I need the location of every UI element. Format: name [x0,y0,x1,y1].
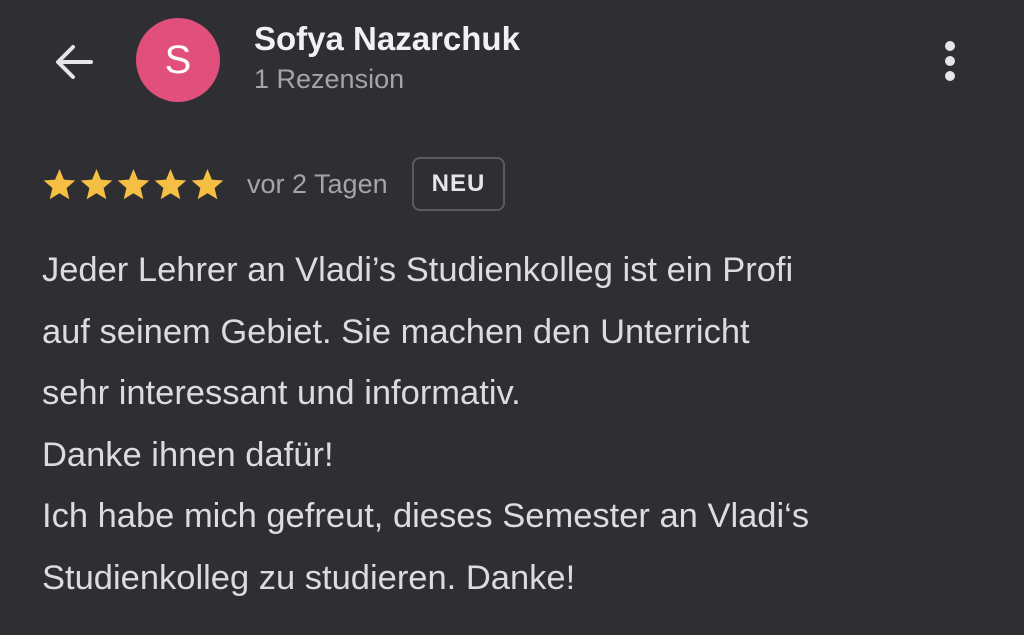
review-text: Jeder Lehrer an Vladi’s Studienkolleg is… [42,240,1002,609]
review-text-line: auf seinem Gebiet. Sie machen den Unterr… [42,312,750,351]
reviewer-name[interactable]: Sofya Nazarchuk [254,20,520,58]
review-date: vor 2 Tagen [247,168,388,199]
new-badge: NEU [411,157,506,211]
arrow-left-icon [56,45,93,79]
review-meta: vor 2 Tagen NEU [42,156,506,212]
review-header: S Sofya Nazarchuk 1 Rezension [0,0,1024,120]
review-text-line: sehr interessant und informativ. [42,374,521,412]
star-filled-icon [191,168,224,199]
star-filled-icon [117,168,150,199]
back-button[interactable] [48,36,100,88]
more-options-button[interactable] [928,34,972,88]
avatar[interactable]: S [136,18,220,102]
reviewer-review-count: 1 Rezension [254,64,405,94]
star-filled-icon [154,168,187,199]
review-text-line: Danke ihnen dafür! [42,435,334,474]
review-text-line: Jeder Lehrer an Vladi’s Studienkolleg is… [42,251,794,289]
review-text-line: Ich habe mich gefreut, dieses Semester a… [42,497,810,535]
star-filled-icon [43,168,76,199]
more-vert-icon [945,41,955,81]
star-rating [42,167,225,202]
star-filled-icon [80,168,113,199]
review-text-line: Studienkolleg zu studieren. Danke! [42,558,576,597]
